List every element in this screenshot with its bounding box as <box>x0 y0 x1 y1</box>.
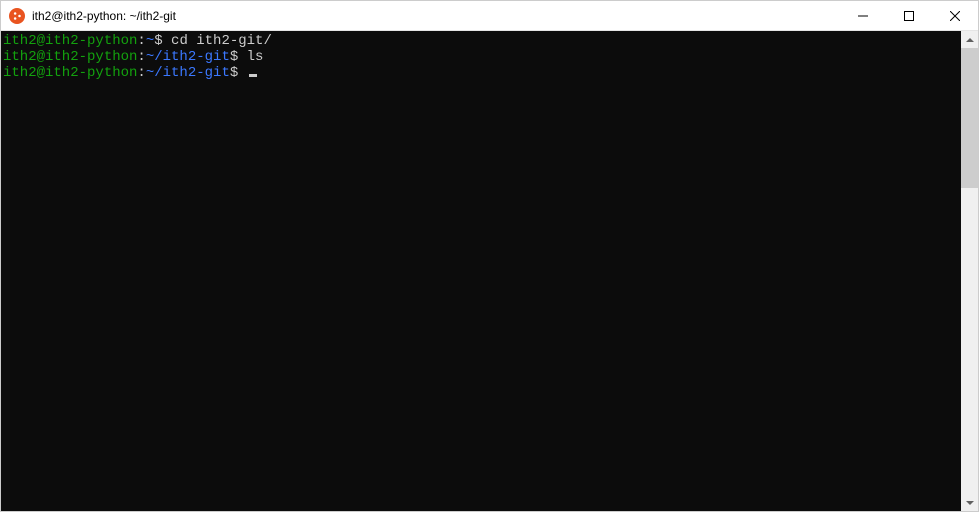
prompt-sep: : <box>137 33 145 49</box>
prompt-sep: : <box>137 49 145 65</box>
cursor <box>249 74 257 77</box>
vertical-scrollbar[interactable] <box>961 31 978 511</box>
window-controls <box>840 1 978 30</box>
scroll-down-button[interactable] <box>961 494 978 511</box>
prompt-path: ~ <box>146 33 154 49</box>
prompt-symbol: $ <box>230 65 247 81</box>
chevron-down-icon <box>966 501 974 505</box>
titlebar: ith2@ith2-python: ~/ith2-git <box>1 1 978 31</box>
window-title: ith2@ith2-python: ~/ith2-git <box>32 9 840 23</box>
close-button[interactable] <box>932 1 978 30</box>
command-text: cd ith2-git/ <box>171 33 272 49</box>
scroll-up-button[interactable] <box>961 31 978 48</box>
chevron-up-icon <box>966 38 974 42</box>
prompt-sep: : <box>137 65 145 81</box>
terminal[interactable]: ith2@ith2-python:~$ cd ith2-git/ ith2@it… <box>1 31 961 511</box>
ubuntu-icon <box>9 8 25 24</box>
prompt-path: ~/ith2-git <box>146 49 230 65</box>
prompt-user: ith2@ith2-python <box>3 33 137 49</box>
content-area: ith2@ith2-python:~$ cd ith2-git/ ith2@it… <box>1 31 978 511</box>
minimize-button[interactable] <box>840 1 886 30</box>
scrollbar-track[interactable] <box>961 48 978 494</box>
scrollbar-thumb[interactable] <box>961 48 978 188</box>
prompt-symbol: $ <box>154 33 171 49</box>
command-text: ls <box>247 49 264 65</box>
prompt-user: ith2@ith2-python <box>3 49 137 65</box>
prompt-user: ith2@ith2-python <box>3 65 137 81</box>
prompt-path: ~/ith2-git <box>146 65 230 81</box>
maximize-button[interactable] <box>886 1 932 30</box>
prompt-symbol: $ <box>230 49 247 65</box>
